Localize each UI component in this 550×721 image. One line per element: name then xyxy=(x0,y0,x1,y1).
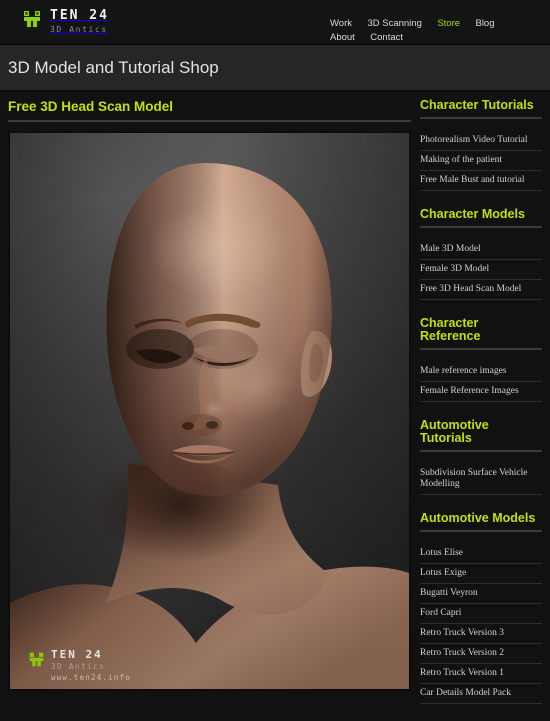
site-logo[interactable]: TEN 24 3D Antics xyxy=(22,7,109,34)
watermark-subtitle: 3D Antics xyxy=(51,662,106,671)
sidebar-item-photorealism-video-tutorial[interactable]: Photorealism Video Tutorial xyxy=(420,131,542,151)
sidebar-heading: Character Models xyxy=(420,207,525,221)
sidebar-heading: Automotive Tutorials xyxy=(420,418,489,445)
sidebar-item-free-3d-head-scan-model[interactable]: Free 3D Head Scan Model xyxy=(420,280,542,300)
logo-subtitle: 3D Antics xyxy=(50,25,108,34)
main-navigation: Work 3D Scanning Store Blog About Contac… xyxy=(330,16,545,44)
sidebar-item-making-of-the-patient[interactable]: Making of the patient xyxy=(420,151,542,171)
sidebar-item-free-male-bust-and-tutorial[interactable]: Free Male Bust and tutorial xyxy=(420,171,542,191)
product-title-divider xyxy=(8,120,411,122)
sidebar-heading: Automotive Models xyxy=(420,511,536,525)
sidebar-item-lotus-elise[interactable]: Lotus Elise xyxy=(420,544,542,564)
sidebar-heading-divider xyxy=(420,226,542,228)
watermark-url: www.ten24.info xyxy=(51,672,132,682)
sidebar-item-car-details-model-pack[interactable]: Car Details Model Pack xyxy=(420,684,542,704)
sidebar-group-character-reference: Character Reference Male reference image… xyxy=(420,317,542,402)
sidebar-heading: Character Reference xyxy=(420,316,481,343)
logo-title: TEN 24 xyxy=(50,8,109,23)
sidebar-group-automotive-models: Automotive Models Lotus Elise Lotus Exig… xyxy=(420,512,542,704)
page-title-band: 3D Model and Tutorial Shop xyxy=(0,45,550,91)
sidebar-heading-divider xyxy=(420,348,542,350)
product-image[interactable]: TEN 24 3D Antics www.ten24.info xyxy=(8,131,411,691)
sidebar-item-retro-truck-version-1[interactable]: Retro Truck Version 1 xyxy=(420,664,542,684)
sidebar-item-male-reference-images[interactable]: Male reference images xyxy=(420,362,542,382)
page-title: 3D Model and Tutorial Shop xyxy=(8,57,219,77)
sidebar-item-retro-truck-version-2[interactable]: Retro Truck Version 2 xyxy=(420,644,542,664)
sidebar-heading-divider xyxy=(420,117,542,119)
nav-item-3d-scanning[interactable]: 3D Scanning xyxy=(367,18,421,30)
sidebar-item-ford-capri[interactable]: Ford Capri xyxy=(420,604,542,624)
sidebar-group-automotive-tutorials: Automotive Tutorials Subdivision Surface… xyxy=(420,419,542,495)
page-content: Free 3D Head Scan Model TEN 24 3D Antics… xyxy=(0,91,550,705)
product-column: Free 3D Head Scan Model TEN 24 3D Antics… xyxy=(8,99,411,691)
sidebar-item-female-3d-model[interactable]: Female 3D Model xyxy=(420,260,542,280)
watermark-title: TEN 24 xyxy=(51,648,103,661)
nav-item-contact[interactable]: Contact xyxy=(370,32,403,44)
product-title: Free 3D Head Scan Model xyxy=(8,99,174,114)
sidebar-item-subdivision-surface-vehicle-modelling[interactable]: Subdivision Surface Vehicle Modelling xyxy=(420,464,542,495)
sidebar-item-male-3d-model[interactable]: Male 3D Model xyxy=(420,240,542,260)
sidebar-item-retro-truck-version-3[interactable]: Retro Truck Version 3 xyxy=(420,624,542,644)
sidebar-heading-divider xyxy=(420,530,542,532)
nav-item-about[interactable]: About xyxy=(330,32,355,44)
sidebar-item-female-reference-images[interactable]: Female Reference Images xyxy=(420,382,542,402)
sidebar-heading: Character Tutorials xyxy=(420,98,534,112)
ten24-robot-logo-icon xyxy=(24,11,40,27)
head-scan-render xyxy=(10,133,409,689)
site-header: TEN 24 3D Antics Work 3D Scanning Store … xyxy=(0,0,550,45)
sidebar-group-character-models: Character Models Male 3D Model Female 3D… xyxy=(420,208,542,300)
category-sidebar: Character Tutorials Photorealism Video T… xyxy=(420,99,542,721)
ten24-robot-logo-icon xyxy=(29,652,44,667)
nav-item-store[interactable]: Store xyxy=(437,18,460,30)
sidebar-item-bugatti-veyron[interactable]: Bugatti Veyron xyxy=(420,584,542,604)
nav-item-blog[interactable]: Blog xyxy=(475,18,494,30)
sidebar-group-character-tutorials: Character Tutorials Photorealism Video T… xyxy=(420,99,542,191)
sidebar-item-lotus-exige[interactable]: Lotus Exige xyxy=(420,564,542,584)
sidebar-heading-divider xyxy=(420,450,542,452)
image-watermark: TEN 24 3D Antics www.ten24.info xyxy=(28,649,131,681)
nav-item-work[interactable]: Work xyxy=(330,18,352,30)
